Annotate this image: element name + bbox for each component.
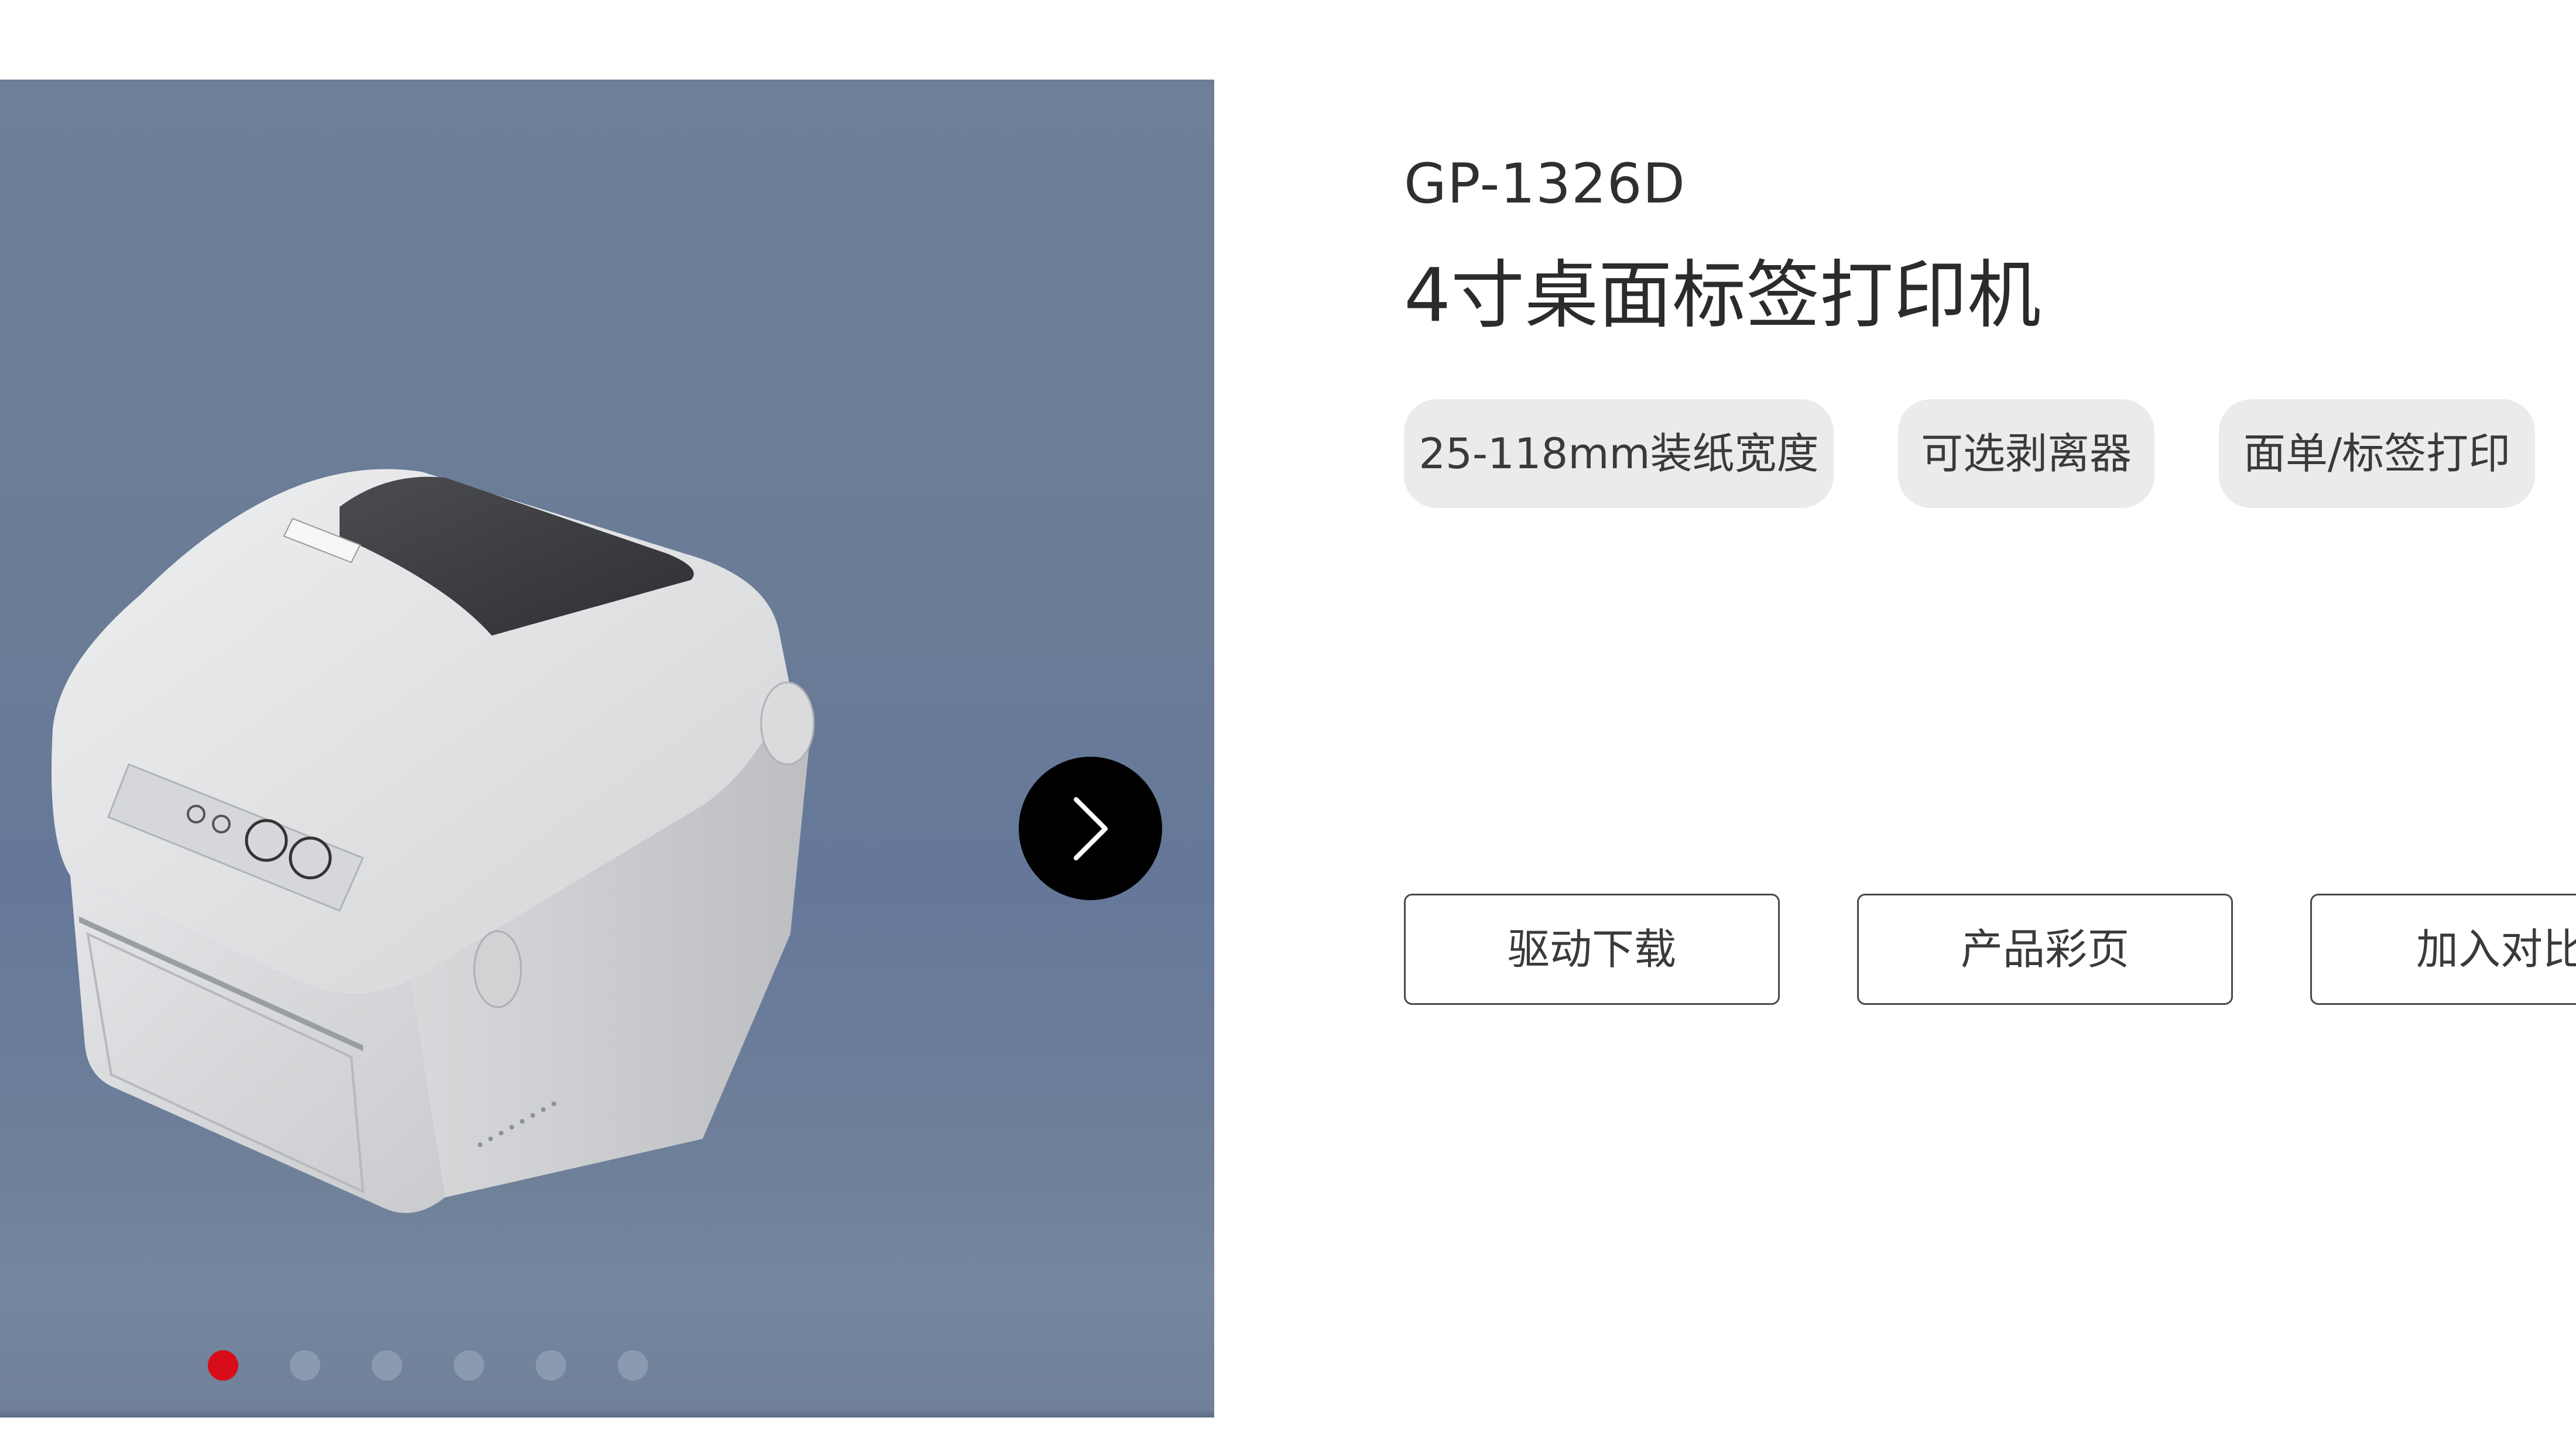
driver-download-button[interactable]: 驱动下载 — [1404, 894, 1780, 1005]
brochure-label: 产品彩页 — [1960, 925, 2129, 974]
product-image — [52, 469, 815, 1213]
product-info: GP-1326D 4寸桌面标签打印机 25-118mm装纸宽度 可选剥离器 面单… — [1404, 0, 2576, 1445]
product-gallery — [0, 80, 1214, 1417]
product-title: 4寸桌面标签打印机 — [1404, 252, 2041, 338]
carousel-dot-3[interactable] — [372, 1350, 402, 1381]
add-compare-button[interactable]: 加入对比 — [2310, 894, 2576, 1005]
product-model: GP-1326D — [1404, 152, 1686, 216]
chevron-right-icon — [1073, 797, 1108, 860]
driver-download-label: 驱动下载 — [1507, 925, 1676, 974]
feature-tag-peeler: 可选剥离器 — [1898, 399, 2154, 508]
feature-tag-paper-width: 25-118mm装纸宽度 — [1404, 399, 1834, 508]
carousel-dot-2[interactable] — [290, 1350, 320, 1381]
carousel-dot-1[interactable] — [208, 1350, 238, 1381]
brochure-button[interactable]: 产品彩页 — [1857, 894, 2233, 1005]
carousel-next-button[interactable] — [1019, 757, 1162, 900]
carousel-dot-4[interactable] — [454, 1350, 484, 1381]
carousel-dot-6[interactable] — [618, 1350, 648, 1381]
add-compare-label: 加入对比 — [2416, 925, 2576, 974]
carousel-dot-5[interactable] — [536, 1350, 566, 1381]
feature-tag-printing: 面单/标签打印 — [2219, 399, 2535, 508]
